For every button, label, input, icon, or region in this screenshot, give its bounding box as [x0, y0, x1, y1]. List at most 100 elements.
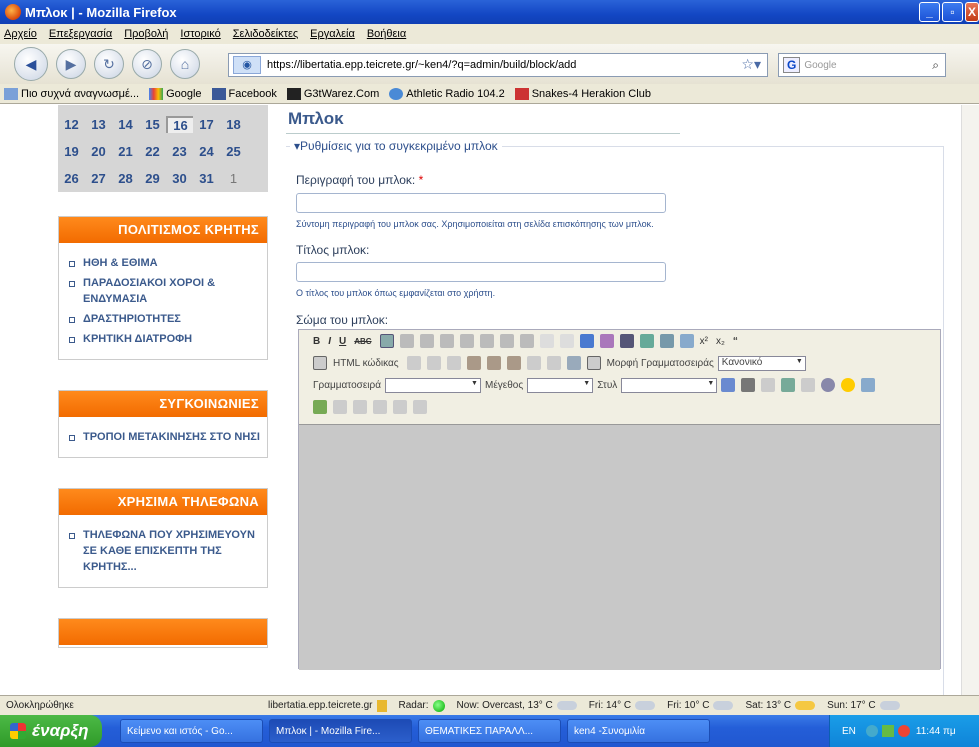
italic-button[interactable]: I — [328, 336, 331, 347]
fieldset-legend[interactable]: ▾Ρυθμίσεις για το συγκεκριμένο μπλοκ — [290, 139, 502, 153]
taskbar-item-chat[interactable]: ken4 -Συνομιλία — [567, 719, 710, 743]
tray-app-icon[interactable] — [881, 725, 894, 737]
calendar-day[interactable]: 19 — [58, 144, 85, 159]
bookmark-star-icon[interactable]: ☆▾ — [741, 56, 761, 73]
bookmark-athletic-radio[interactable]: Athletic Radio 104.2 — [389, 87, 505, 100]
spellcheck-icon[interactable] — [566, 356, 581, 370]
calendar-day[interactable]: 27 — [85, 171, 112, 186]
maximize-button[interactable]: ▫ — [942, 2, 963, 22]
menu-edit[interactable]: Επεξεργασία — [49, 28, 112, 40]
forward-button[interactable]: ▶ — [56, 49, 86, 79]
padlock-icon[interactable] — [376, 699, 387, 712]
bookmark-most-visited[interactable]: Πιο συχνά αναγνωσμέ... — [4, 87, 139, 100]
strikethrough-button[interactable]: ABC — [354, 337, 371, 346]
weather-sat[interactable]: Sat: 13° C — [745, 700, 816, 711]
text-color-icon[interactable] — [659, 334, 674, 348]
hr-icon[interactable] — [406, 356, 421, 370]
calendar-day[interactable]: 12 — [58, 117, 85, 132]
back-button[interactable]: ◀ — [14, 47, 48, 81]
blockquote-button[interactable]: “ — [733, 336, 738, 347]
reload-button[interactable]: ↻ — [94, 49, 124, 79]
calendar-day[interactable]: 1 — [220, 171, 247, 186]
special-char-icon[interactable] — [761, 378, 776, 392]
outdent-icon[interactable] — [499, 334, 514, 348]
delete-row-icon[interactable] — [353, 400, 367, 414]
cut-icon[interactable] — [426, 356, 441, 370]
html-source-label[interactable]: HTML κώδικας — [333, 358, 399, 369]
weather-sun[interactable]: Sun: 17° C — [827, 700, 900, 711]
unlink-icon[interactable] — [599, 334, 614, 348]
menu-link[interactable]: ΠΑΡΑΔΟΣΙΑΚΟΙ ΧΟΡΟΙ & ΕΝΔΥΜΑΣΙΑ — [69, 275, 261, 307]
paste-text-icon[interactable] — [486, 356, 501, 370]
align-center-icon[interactable] — [399, 334, 414, 348]
bookmark-facebook[interactable]: Facebook — [211, 87, 277, 100]
editor-body-area[interactable] — [299, 424, 940, 670]
weather-now[interactable]: Now: Overcast, 13° C — [457, 700, 577, 711]
align-justify-icon[interactable] — [439, 334, 454, 348]
menu-help[interactable]: Βοήθεια — [367, 28, 406, 40]
calendar-day[interactable]: 26 — [58, 171, 85, 186]
weather-fri2[interactable]: Fri: 10° C — [667, 700, 734, 711]
media-icon[interactable] — [781, 378, 796, 392]
search-icon[interactable]: ⌕ — [932, 58, 939, 73]
calendar-day[interactable]: 21 — [112, 144, 139, 159]
search-replace-icon[interactable] — [741, 378, 756, 392]
merge-cells-icon[interactable] — [393, 400, 407, 414]
size-select[interactable] — [527, 377, 594, 393]
nonbreaking-icon[interactable] — [801, 378, 816, 392]
search-input[interactable]: G Google ⌕ — [778, 53, 946, 77]
taskbar-item-firefox[interactable]: Μπλοκ | - Mozilla Fire... — [269, 719, 412, 743]
calendar-day[interactable]: 24 — [193, 144, 220, 159]
insert-row-icon[interactable] — [333, 400, 347, 414]
menu-link[interactable]: ΤΗΛΕΦΩΝΑ ΠΟΥ ΧΡΗΣΙΜΕΥΟΥΝ ΣΕ ΚΑΘΕ ΕΠΙΣΚΕΠ… — [69, 527, 261, 575]
calendar-day[interactable]: 30 — [166, 171, 193, 186]
calendar-day[interactable]: 18 — [220, 117, 247, 132]
site-identity-icon[interactable]: ◉ — [233, 56, 261, 74]
menu-link[interactable]: ΗΘΗ & ΕΘΙΜΑ — [69, 255, 261, 271]
home-button[interactable]: ⌂ — [170, 49, 200, 79]
redo-icon[interactable] — [559, 334, 574, 348]
style-select[interactable] — [621, 377, 718, 393]
page-scrollbar[interactable] — [961, 105, 979, 695]
calendar-day[interactable]: 23 — [166, 144, 193, 159]
emotions-compass-icon[interactable] — [821, 378, 836, 392]
calendar-day[interactable]: 25 — [220, 144, 247, 159]
underline-button[interactable]: U — [339, 336, 346, 347]
font-select[interactable] — [384, 377, 481, 393]
calendar-day[interactable]: 22 — [139, 144, 166, 159]
calendar-day-today[interactable]: 16 — [166, 116, 193, 133]
superscript-button[interactable]: x² — [700, 336, 708, 347]
copy-icon[interactable] — [446, 356, 461, 370]
weather-fri1[interactable]: Fri: 14° C — [589, 700, 656, 711]
calendar-day[interactable]: 14 — [112, 117, 139, 132]
bullet-list-icon[interactable] — [459, 334, 474, 348]
split-cells-icon[interactable] — [413, 400, 427, 414]
bookmark-google[interactable]: Google — [149, 87, 202, 100]
align-left-icon[interactable] — [379, 334, 394, 348]
network-icon[interactable] — [865, 725, 878, 737]
anchor-icon[interactable] — [619, 334, 634, 348]
paste-word-icon[interactable] — [506, 356, 521, 370]
weather-radar[interactable]: Radar: — [399, 699, 445, 712]
taskbar-item-word[interactable]: ΘΕΜΑΤΙΚΕΣ ΠΑΡΑΛΛ... — [418, 719, 561, 743]
undo-icon[interactable] — [539, 334, 554, 348]
html-source-icon[interactable] — [313, 356, 327, 370]
paste-icon[interactable] — [466, 356, 481, 370]
cell-props-icon[interactable] — [373, 400, 387, 414]
language-indicator[interactable]: EN — [842, 726, 856, 737]
stop-button[interactable]: ⊘ — [132, 49, 162, 79]
find-icon[interactable] — [526, 356, 541, 370]
table-icon[interactable] — [721, 378, 736, 392]
calendar-day[interactable]: 13 — [85, 117, 112, 132]
menu-link[interactable]: ΤΡΟΠΟΙ ΜΕΤΑΚΙΝΗΣΗΣ ΣΤΟ ΝΗΣΙ — [69, 429, 261, 445]
close-button[interactable]: X — [965, 2, 979, 22]
numbered-list-icon[interactable] — [479, 334, 494, 348]
format-select[interactable]: Κανονικό — [717, 355, 806, 371]
url-bar[interactable]: ◉ https://libertatia.epp.teicrete.gr/~ke… — [228, 53, 768, 77]
help-icon[interactable] — [586, 356, 601, 370]
description-input[interactable] — [296, 193, 666, 213]
google-engine-icon[interactable]: G — [783, 57, 801, 73]
menu-bookmarks[interactable]: Σελιδοδείκτες — [233, 28, 298, 40]
tray-alert-icon[interactable] — [897, 725, 910, 737]
bold-button[interactable]: B — [313, 336, 320, 347]
